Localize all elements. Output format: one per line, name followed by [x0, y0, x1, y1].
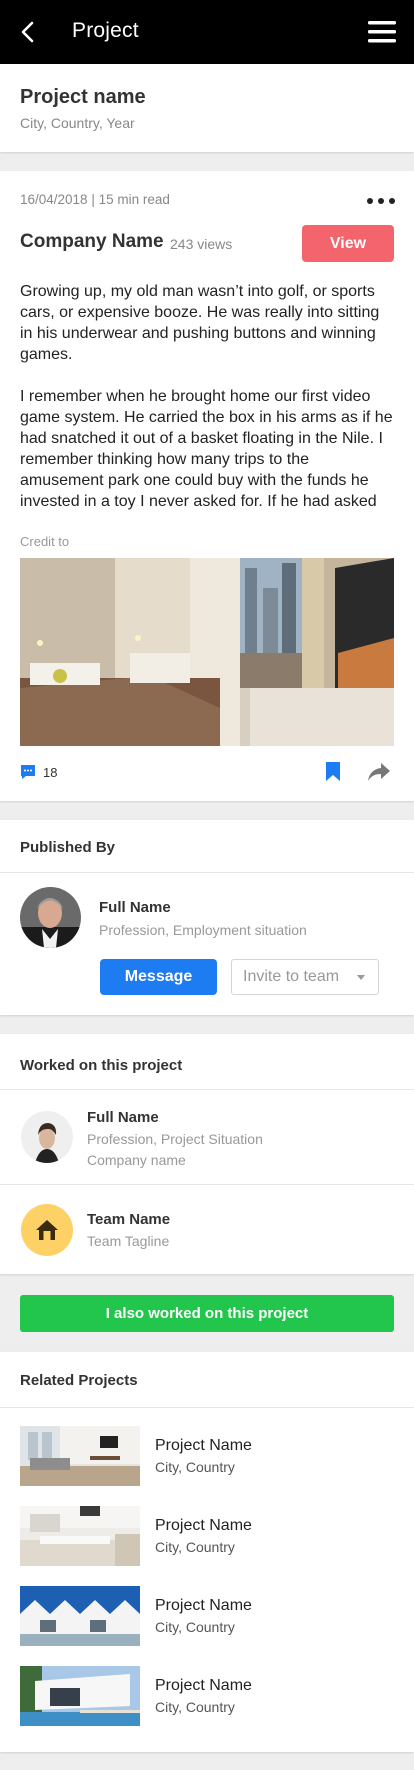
message-button[interactable]: Message — [100, 959, 217, 995]
section-title: Related Projects — [20, 1372, 138, 1389]
project-location: City, Country, Year — [20, 115, 135, 131]
project-name: Project name — [20, 86, 146, 108]
worker-avatar[interactable] — [21, 1111, 73, 1163]
company-name[interactable]: Company Name — [20, 231, 164, 253]
related-project-name[interactable]: Project Name — [155, 1437, 252, 1455]
article-meta: 16/04/2018 | 15 min read — [20, 192, 170, 207]
hamburger-menu-icon[interactable] — [368, 21, 396, 43]
article-card: 16/04/2018 | 15 min read Company Name 24… — [0, 171, 414, 801]
related-project-location: City, Country — [155, 1459, 235, 1475]
related-project-thumbnail[interactable] — [20, 1506, 140, 1566]
section-title: Worked on this project — [20, 1057, 183, 1074]
related-project-thumbnail[interactable] — [20, 1586, 140, 1646]
section-title: Published By — [20, 839, 116, 856]
worker-profession: Profession, Project Situation — [87, 1131, 263, 1147]
chevron-down-icon — [357, 975, 365, 980]
home-icon — [36, 1220, 58, 1240]
views-count: 243 views — [170, 236, 233, 252]
invite-to-team-select[interactable]: Invite to team — [231, 959, 379, 995]
related-project-name[interactable]: Project Name — [155, 1517, 252, 1535]
comment-count: 18 — [43, 765, 58, 780]
related-project-name[interactable]: Project Name — [155, 1597, 252, 1615]
related-project-thumbnail[interactable] — [20, 1666, 140, 1726]
share-icon[interactable] — [367, 762, 391, 782]
photo-credit: Credit to — [20, 534, 70, 549]
project-header: Project name City, Country, Year — [0, 64, 414, 152]
view-button[interactable]: View — [302, 225, 394, 262]
back-arrow-icon[interactable] — [16, 20, 40, 44]
publisher-avatar[interactable] — [20, 887, 81, 948]
related-project-location: City, Country — [155, 1699, 235, 1715]
related-project-location: City, Country — [155, 1539, 235, 1555]
publisher-profession: Profession, Employment situation — [99, 922, 307, 938]
comment-icon[interactable] — [20, 764, 36, 780]
top-bar: Project — [0, 0, 414, 64]
related-project-name[interactable]: Project Name — [155, 1677, 252, 1695]
worker-name[interactable]: Full Name — [87, 1109, 159, 1126]
divider — [0, 872, 414, 873]
worker-company: Company name — [87, 1152, 186, 1168]
related-project-location: City, Country — [155, 1619, 235, 1635]
publisher-name[interactable]: Full Name — [99, 899, 171, 916]
project-photo[interactable] — [20, 558, 394, 746]
divider — [0, 1184, 414, 1185]
invite-placeholder: Invite to team — [243, 968, 340, 985]
more-options-icon[interactable] — [367, 198, 395, 206]
divider — [0, 1407, 414, 1408]
related-project-thumbnail[interactable] — [20, 1426, 140, 1486]
article-paragraph: Growing up, my old man wasn’t into golf,… — [20, 283, 380, 363]
i-also-worked-button[interactable]: I also worked on this project — [20, 1295, 394, 1332]
team-tagline: Team Tagline — [87, 1233, 170, 1249]
bookmark-icon[interactable] — [326, 762, 340, 781]
divider — [0, 1089, 414, 1090]
published-by-section: Published By Full Name Profession, Emplo… — [0, 820, 414, 1015]
related-projects-section: Related Projects Project Name City, Coun… — [0, 1352, 414, 1752]
article-paragraph: I remember when he brought home our firs… — [20, 388, 393, 510]
team-avatar[interactable] — [21, 1204, 73, 1256]
team-name[interactable]: Team Name — [87, 1211, 170, 1228]
page-title: Project — [72, 19, 139, 42]
worked-on-section: Worked on this project Full Name Profess… — [0, 1034, 414, 1274]
